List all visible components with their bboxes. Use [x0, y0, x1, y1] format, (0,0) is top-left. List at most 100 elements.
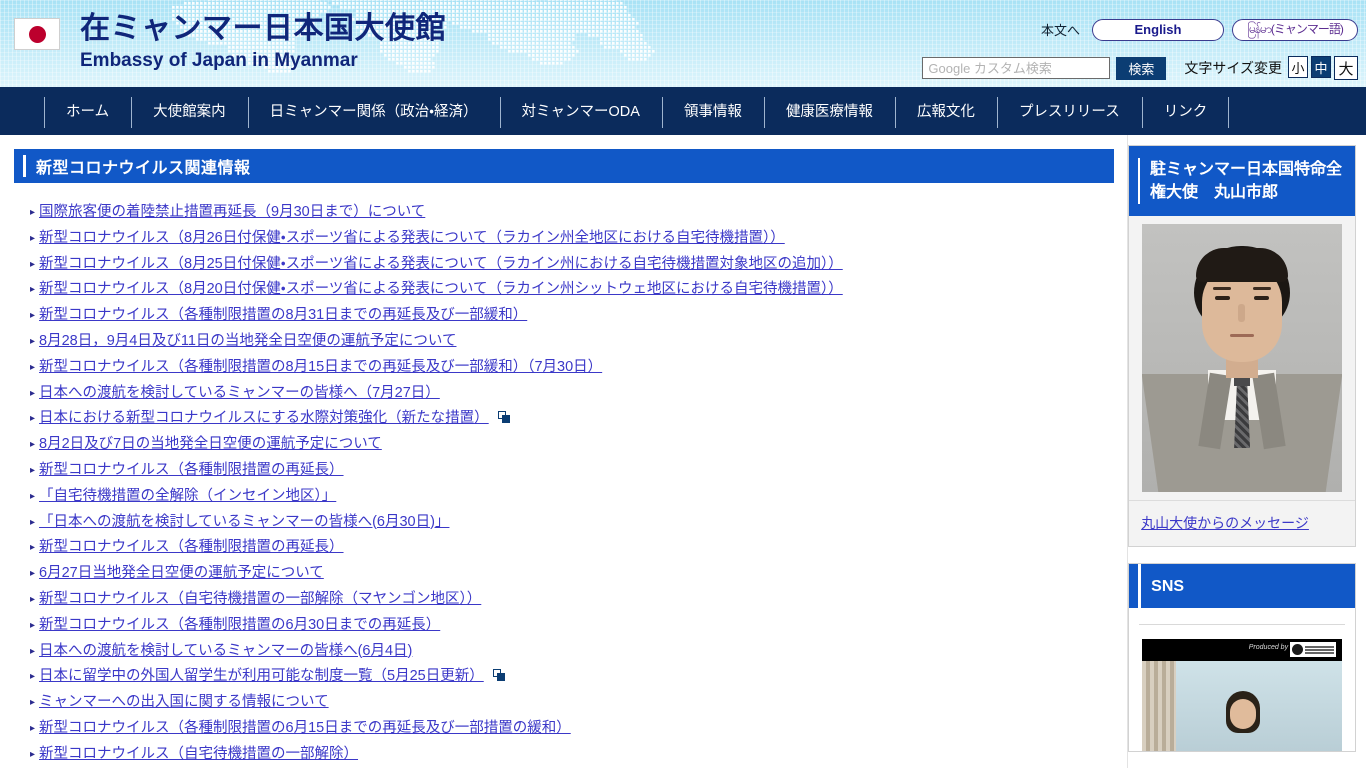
nav-item-relations[interactable]: 日ミャンマー関係（政治・経済） — [247, 90, 500, 135]
ambassador-card-heading: 駐ミャンマー日本国特命全権大使 丸山市郎 — [1129, 146, 1355, 217]
external-link-icon — [497, 411, 511, 424]
language-button-myanmar[interactable]: မြန်မာ(ミャンマー語) — [1232, 18, 1358, 41]
list-item: ▸ ミャンマーへの出入国に関する情報について — [30, 690, 1127, 716]
bullet-arrow-icon: ▸ — [30, 645, 36, 657]
font-size-large-button[interactable]: 大 — [1334, 56, 1358, 80]
covid-link[interactable]: 日本における新型コロナウイルスにする水際対策強化（新たな措置） — [39, 406, 489, 432]
covid-link[interactable]: 新型コロナウイルス（自宅待機措置の一部解除） — [39, 742, 358, 768]
list-item: ▸ 日本への渡航を検討しているミャンマーの皆様へ（7月27日） — [30, 381, 1127, 407]
bullet-arrow-icon: ▸ — [30, 310, 36, 322]
font-size-medium-button[interactable]: 中 — [1311, 56, 1331, 78]
bullet-arrow-icon: ▸ — [30, 464, 36, 476]
covid-link[interactable]: 「自宅待機措置の全解除（インセイン地区）」 — [39, 484, 336, 510]
list-item: ▸ 6月27日当地発全日空便の運航予定について — [30, 561, 1127, 587]
bullet-arrow-icon: ▸ — [30, 593, 36, 605]
covid-link[interactable]: 日本に留学中の外国人留学生が利用可能な制度一覧（5月25日更新） — [39, 664, 484, 690]
skip-to-content-link[interactable]: 本文へ — [1037, 18, 1084, 41]
bullet-arrow-icon: ▸ — [30, 542, 36, 554]
font-size-small-button[interactable]: 小 — [1288, 56, 1308, 78]
nav-item-press[interactable]: プレスリリース — [996, 90, 1142, 135]
list-item: ▸ 8月2日及び7日の当地発全日空便の運航予定について — [30, 432, 1127, 458]
main-content-column: 新型コロナウイルス関連情報 ▸ 国際旅客便の着陸禁止措置再延長（9月30日まで）に… — [0, 135, 1127, 768]
covid-link[interactable]: 日本への渡航を検討しているミャンマーの皆様へ（7月27日） — [39, 381, 440, 407]
covid-link[interactable]: 新型コロナウイルス（自宅待機措置の一部解除（マヤンゴン地区）） — [39, 587, 481, 613]
language-button-myanmar-label: မြန်မာ(ミャンマー語) — [1247, 22, 1344, 36]
bullet-arrow-icon: ▸ — [30, 516, 36, 528]
bullet-arrow-icon: ▸ — [30, 619, 36, 631]
covid-link[interactable]: 新型コロナウイルス（各種制限措置の6月30日までの再延長） — [39, 613, 440, 639]
covid-link[interactable]: 新型コロナウイルス（各種制限措置の再延長） — [39, 458, 344, 484]
search-input[interactable] — [922, 57, 1111, 79]
covid-link[interactable]: 新型コロナウイルス（8月25日付保健・スポーツ省による発表について（ラカイン州に… — [39, 252, 843, 278]
list-item: ▸ 新型コロナウイルス（8月25日付保健・スポーツ省による発表について（ラカイン州… — [30, 252, 1127, 278]
ambassador-card: 駐ミャンマー日本国特命全権大使 丸山市郎 丸山大使からのメッセージ — [1128, 145, 1356, 548]
ambassador-message-link[interactable]: 丸山大使からのメッセージ — [1141, 515, 1309, 531]
list-item: ▸ 新型コロナウイルス（自宅待機措置の一部解除） — [30, 742, 1127, 768]
bullet-arrow-icon: ▸ — [30, 697, 36, 709]
nav-item-consular[interactable]: 領事情報 — [661, 90, 764, 135]
bullet-arrow-icon: ▸ — [30, 748, 36, 760]
covid-link[interactable]: 新型コロナウイルス（8月26日付保健・スポーツ省による発表について（ラカイン州全… — [39, 226, 785, 252]
section-heading-accent-bar — [23, 155, 26, 177]
covid-link[interactable]: 日本への渡航を検討しているミャンマーの皆様へ(6月4日) — [39, 639, 412, 665]
ambassador-message-row: 丸山大使からのメッセージ — [1129, 500, 1355, 547]
bullet-arrow-icon: ▸ — [30, 722, 36, 734]
covid-link[interactable]: 新型コロナウイルス（各種制限措置の8月15日までの再延長及び一部緩和）（7月30… — [39, 355, 602, 381]
list-item: ▸ 「日本への渡航を検討しているミャンマーの皆様へ(6月30日)」 — [30, 510, 1127, 536]
bullet-arrow-icon: ▸ — [30, 413, 36, 425]
section-heading-covid: 新型コロナウイルス関連情報 — [14, 149, 1114, 183]
sidebar-column: 駐ミャンマー日本国特命全権大使 丸山市郎 丸山大使からのメッセージ SNS Pr… — [1128, 135, 1366, 768]
external-link-icon — [492, 669, 506, 682]
sns-heading-text: SNS — [1151, 577, 1185, 595]
covid-link[interactable]: 6月27日当地発全日空便の運航予定について — [39, 561, 324, 587]
bullet-arrow-icon: ▸ — [30, 490, 36, 502]
ambassador-portrait-photo — [1142, 224, 1343, 493]
header-utility-row-bottom: 検索 文字サイズ変更 小 中 大 — [922, 56, 1358, 80]
list-item: ▸ 新型コロナウイルス（各種制限措置の6月30日までの再延長） — [30, 613, 1127, 639]
covid-link[interactable]: 「日本への渡航を検討しているミャンマーの皆様へ(6月30日)」 — [39, 510, 449, 536]
nav-item-oda[interactable]: 対ミャンマーODA — [499, 90, 662, 135]
site-title-en: Embassy of Japan in Myanmar — [80, 50, 358, 71]
bullet-arrow-icon: ▸ — [30, 387, 36, 399]
language-button-english[interactable]: English — [1092, 18, 1224, 41]
nav-item-health[interactable]: 健康医療情報 — [763, 90, 895, 135]
site-brand[interactable]: 在ミャンマー日本国大使館 Embassy of Japan in Myanmar — [14, 14, 446, 70]
page-body: 新型コロナウイルス関連情報 ▸ 国際旅客便の着陸禁止措置再延長（9月30日まで）に… — [0, 135, 1366, 768]
bullet-arrow-icon: ▸ — [30, 361, 36, 373]
bullet-arrow-icon: ▸ — [30, 207, 36, 218]
covid-link[interactable]: 8月28日，9月4日及び11日の当地発全日空便の運航予定について — [39, 329, 456, 355]
search-button[interactable]: 検索 — [1116, 56, 1167, 80]
covid-link[interactable]: ミャンマーへの出入国に関する情報について — [39, 690, 329, 716]
sns-card-heading: SNS — [1129, 564, 1355, 609]
list-item: ▸ 新型コロナウイルス（自宅待機措置の一部解除（マヤンゴン地区）） — [30, 587, 1127, 613]
ambassador-photo-wrap — [1129, 216, 1355, 501]
bullet-arrow-icon: ▸ — [30, 232, 36, 244]
list-item: ▸ 国際旅客便の着陸禁止措置再延長（9月30日まで）について — [30, 200, 1127, 226]
site-title-jp: 在ミャンマー日本国大使館 — [80, 12, 446, 45]
covid-link[interactable]: 新型コロナウイルス（各種制限措置の6月15日までの再延長及び一部措置の緩和） — [39, 716, 571, 742]
covid-link[interactable]: 新型コロナウイルス（各種制限措置の8月31日までの再延長及び一部緩和） — [39, 303, 527, 329]
list-item: ▸ 日本における新型コロナウイルスにする水際対策強化（新たな措置） — [30, 406, 1127, 432]
nav-item-about[interactable]: 大使館案内 — [131, 90, 248, 135]
nav-item-links[interactable]: リンク — [1141, 90, 1230, 135]
sns-video-thumbnail[interactable]: Produced by — [1142, 639, 1343, 752]
list-item: ▸ 新型コロナウイルス（8月20日付保健・スポーツ省による発表について（ラカイン州… — [30, 277, 1127, 303]
bullet-arrow-icon: ▸ — [30, 284, 36, 296]
site-header: 在ミャンマー日本国大使館 Embassy of Japan in Myanmar… — [0, 0, 1366, 90]
covid-link[interactable]: 国際旅客便の着陸禁止措置再延長（9月30日まで）について — [39, 200, 425, 226]
sns-video-logo-icon — [1290, 642, 1337, 658]
nav-item-culture[interactable]: 広報文化 — [894, 90, 997, 135]
header-utility-row-top: 本文へ English မြန်မာ(ミャンマー語) — [1037, 18, 1358, 41]
font-size-label: 文字サイズ変更 — [1184, 60, 1282, 76]
list-item: ▸ 日本に留学中の外国人留学生が利用可能な制度一覧（5月25日更新） — [30, 664, 1127, 690]
list-item: ▸ 「自宅待機措置の全解除（インセイン地区）」 — [30, 484, 1127, 510]
covid-link[interactable]: 新型コロナウイルス（各種制限措置の再延長） — [39, 535, 344, 561]
sns-video-producer-text: Produced by — [1248, 644, 1289, 652]
list-item: ▸ 新型コロナウイルス（8月26日付保健・スポーツ省による発表について（ラカイン州… — [30, 226, 1127, 252]
list-item: ▸ 8月28日，9月4日及び11日の当地発全日空便の運航予定について — [30, 329, 1127, 355]
nav-item-home[interactable]: ホーム — [44, 90, 131, 135]
bullet-arrow-icon: ▸ — [30, 439, 36, 451]
covid-link[interactable]: 新型コロナウイルス（8月20日付保健・スポーツ省による発表について（ラカイン州シ… — [39, 277, 843, 303]
bullet-arrow-icon: ▸ — [30, 335, 36, 347]
covid-link[interactable]: 8月2日及び7日の当地発全日空便の運航予定について — [39, 432, 382, 458]
